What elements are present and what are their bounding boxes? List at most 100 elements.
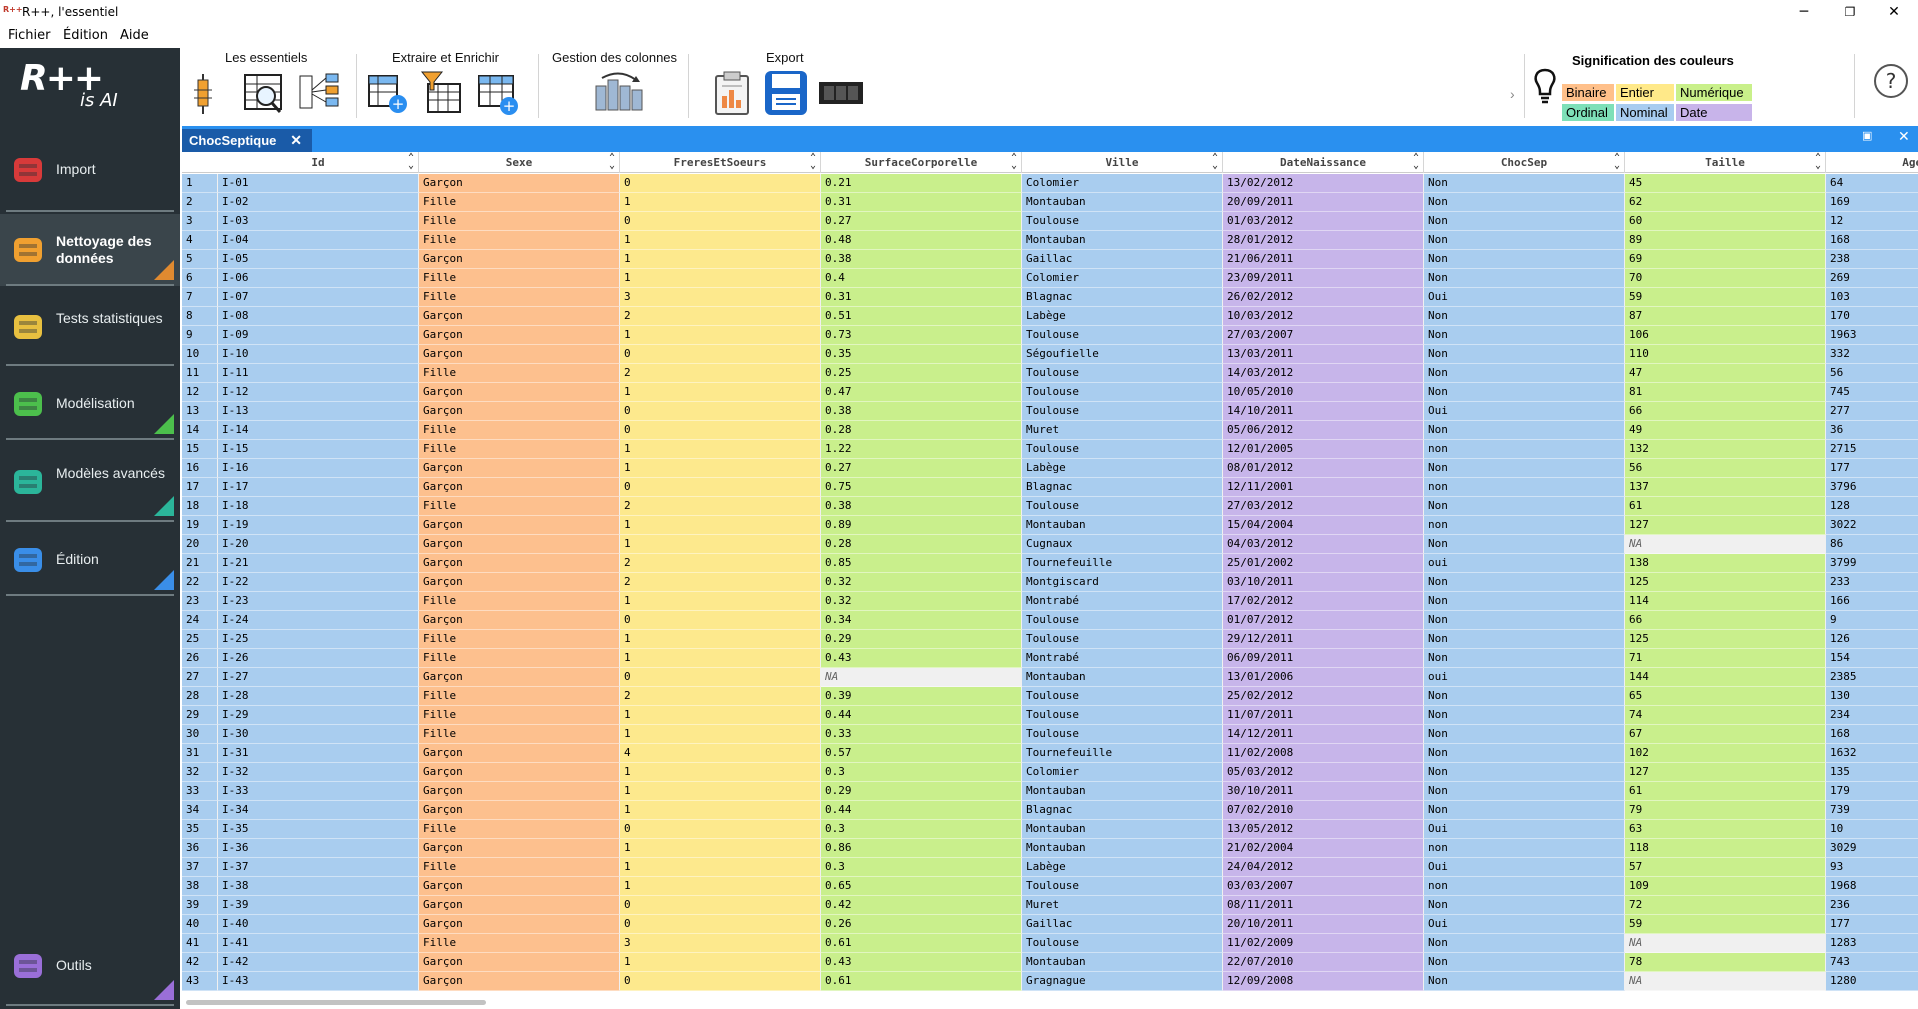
cell-agee[interactable]: 277 bbox=[1826, 402, 1918, 421]
cell-sexe[interactable]: Garçon bbox=[419, 459, 620, 478]
table-row[interactable]: 9 I-09 Garçon 1 0.73 Toulouse 27/03/2007 Non 106… bbox=[182, 326, 1918, 345]
cell-ville[interactable]: Toulouse bbox=[1022, 364, 1223, 383]
cell-ville[interactable]: Labège bbox=[1022, 307, 1223, 326]
cell-datenaissance[interactable]: 08/01/2012 bbox=[1223, 459, 1424, 478]
table-row[interactable]: 30 I-30 Fille 1 0.33 Toulouse 14/12/2011 Non 67 1… bbox=[182, 725, 1918, 744]
cell-surfacecorporelle[interactable]: 0.29 bbox=[821, 630, 1022, 649]
cell-surfacecorporelle[interactable]: 0.3 bbox=[821, 858, 1022, 877]
cell-freresetsoeurs[interactable]: 0 bbox=[620, 896, 821, 915]
cell-sexe[interactable]: Garçon bbox=[419, 763, 620, 782]
cell-freresetsoeurs[interactable]: 1 bbox=[620, 630, 821, 649]
cell-ville[interactable]: Colomier bbox=[1022, 763, 1223, 782]
cell-id[interactable]: I-06 bbox=[218, 269, 419, 288]
cell-surfacecorporelle[interactable]: 0.73 bbox=[821, 326, 1022, 345]
cell-taille[interactable]: 69 bbox=[1625, 250, 1826, 269]
cell-agee[interactable]: 1283 bbox=[1826, 934, 1918, 953]
cell-taille[interactable]: 47 bbox=[1625, 364, 1826, 383]
menu-fichier[interactable]: Fichier bbox=[8, 28, 51, 43]
cell-id[interactable]: I-12 bbox=[218, 383, 419, 402]
cell-chocsep[interactable]: Non bbox=[1424, 250, 1625, 269]
cell-taille[interactable]: 59 bbox=[1625, 915, 1826, 934]
cell-sexe[interactable]: Garçon bbox=[419, 383, 620, 402]
cell-surfacecorporelle[interactable]: 0.47 bbox=[821, 383, 1022, 402]
cell-datenaissance[interactable]: 20/09/2011 bbox=[1223, 193, 1424, 212]
cell-agee[interactable]: 10 bbox=[1826, 820, 1918, 839]
report-export-button[interactable] bbox=[710, 70, 754, 116]
cell-surfacecorporelle[interactable]: 0.29 bbox=[821, 782, 1022, 801]
cell-id[interactable]: I-36 bbox=[218, 839, 419, 858]
cell-id[interactable]: I-07 bbox=[218, 288, 419, 307]
sort-arrows-icon[interactable]: ⌃ ⌄ bbox=[810, 153, 816, 171]
cell-chocsep[interactable]: Non bbox=[1424, 535, 1625, 554]
cell-agee[interactable]: 332 bbox=[1826, 345, 1918, 364]
cell-chocsep[interactable]: Non bbox=[1424, 763, 1625, 782]
table-row[interactable]: 36 I-36 Garçon 1 0.86 Montauban 21/02/2004 non 1… bbox=[182, 839, 1918, 858]
cell-chocsep[interactable]: Non bbox=[1424, 421, 1625, 440]
cell-chocsep[interactable]: Non bbox=[1424, 383, 1625, 402]
cell-datenaissance[interactable]: 03/10/2011 bbox=[1223, 573, 1424, 592]
cell-taille[interactable]: 63 bbox=[1625, 820, 1826, 839]
cell-sexe[interactable]: Garçon bbox=[419, 972, 620, 991]
cell-datenaissance[interactable]: 10/05/2010 bbox=[1223, 383, 1424, 402]
table-row[interactable]: 8 I-08 Garçon 2 0.51 Labège 10/03/2012 Non 87 170 bbox=[182, 307, 1918, 326]
cell-sexe[interactable]: Fille bbox=[419, 421, 620, 440]
cell-ville[interactable]: Montrabé bbox=[1022, 592, 1223, 611]
cell-freresetsoeurs[interactable]: 0 bbox=[620, 421, 821, 440]
table-row[interactable]: 6 I-06 Fille 1 0.4 Colomier 23/09/2011 Non 70 269 bbox=[182, 269, 1918, 288]
scroll-thumb[interactable] bbox=[186, 1000, 486, 1005]
cell-id[interactable]: I-41 bbox=[218, 934, 419, 953]
collapse-arrow-icon[interactable]: › bbox=[1510, 86, 1524, 108]
cell-taille[interactable]: 61 bbox=[1625, 497, 1826, 516]
table-row[interactable]: 29 I-29 Fille 1 0.44 Toulouse 11/07/2011 Non 74 2… bbox=[182, 706, 1918, 725]
cell-surfacecorporelle[interactable]: 0.28 bbox=[821, 535, 1022, 554]
cell-surfacecorporelle[interactable]: 0.26 bbox=[821, 915, 1022, 934]
cell-freresetsoeurs[interactable]: 2 bbox=[620, 364, 821, 383]
cell-id[interactable]: I-20 bbox=[218, 535, 419, 554]
cell-surfacecorporelle[interactable]: 0.4 bbox=[821, 269, 1022, 288]
cell-taille[interactable]: 132 bbox=[1625, 440, 1826, 459]
cell-chocsep[interactable]: Non bbox=[1424, 649, 1625, 668]
cell-agee[interactable]: 1280 bbox=[1826, 972, 1918, 991]
cell-ville[interactable]: Montauban bbox=[1022, 953, 1223, 972]
cell-agee[interactable]: 12 bbox=[1826, 212, 1918, 231]
column-header-taille[interactable]: Taille ⌃ ⌄ bbox=[1625, 152, 1826, 173]
table-row[interactable]: 25 I-25 Fille 1 0.29 Toulouse 29/12/2011 Non 125… bbox=[182, 630, 1918, 649]
data-viewer-button[interactable] bbox=[242, 70, 286, 116]
cell-id[interactable]: I-21 bbox=[218, 554, 419, 573]
cell-id[interactable]: I-30 bbox=[218, 725, 419, 744]
cell-id[interactable]: I-01 bbox=[218, 174, 419, 193]
cell-chocsep[interactable]: Oui bbox=[1424, 288, 1625, 307]
cell-surfacecorporelle[interactable]: 0.38 bbox=[821, 497, 1022, 516]
cell-id[interactable]: I-19 bbox=[218, 516, 419, 535]
cell-chocsep[interactable]: Non bbox=[1424, 744, 1625, 763]
cell-taille[interactable]: NA bbox=[1625, 972, 1826, 991]
cell-id[interactable]: I-22 bbox=[218, 573, 419, 592]
cell-surfacecorporelle[interactable]: 0.34 bbox=[821, 611, 1022, 630]
cell-freresetsoeurs[interactable]: 1 bbox=[620, 839, 821, 858]
cell-surfacecorporelle[interactable]: 0.44 bbox=[821, 801, 1022, 820]
cell-sexe[interactable]: Garçon bbox=[419, 307, 620, 326]
cell-sexe[interactable]: Garçon bbox=[419, 782, 620, 801]
cell-surfacecorporelle[interactable]: 0.61 bbox=[821, 972, 1022, 991]
cell-sexe[interactable]: Fille bbox=[419, 440, 620, 459]
cell-taille[interactable]: 62 bbox=[1625, 193, 1826, 212]
cell-freresetsoeurs[interactable]: 1 bbox=[620, 801, 821, 820]
cell-surfacecorporelle[interactable]: 0.3 bbox=[821, 820, 1022, 839]
cell-agee[interactable]: 3029 bbox=[1826, 839, 1918, 858]
cell-ville[interactable]: Toulouse bbox=[1022, 383, 1223, 402]
cell-id[interactable]: I-09 bbox=[218, 326, 419, 345]
cell-datenaissance[interactable]: 14/10/2011 bbox=[1223, 402, 1424, 421]
cell-chocsep[interactable]: Non bbox=[1424, 231, 1625, 250]
cell-taille[interactable]: 125 bbox=[1625, 630, 1826, 649]
minimize-icon[interactable]: ─ bbox=[1784, 1, 1824, 23]
sort-arrows-icon[interactable]: ⌃ ⌄ bbox=[1815, 153, 1821, 171]
cell-taille[interactable]: 71 bbox=[1625, 649, 1826, 668]
cell-freresetsoeurs[interactable]: 4 bbox=[620, 744, 821, 763]
cell-ville[interactable]: Blagnac bbox=[1022, 288, 1223, 307]
cell-ville[interactable]: Tournefeuille bbox=[1022, 744, 1223, 763]
cell-id[interactable]: I-38 bbox=[218, 877, 419, 896]
cell-surfacecorporelle[interactable]: 0.35 bbox=[821, 345, 1022, 364]
cell-surfacecorporelle[interactable]: 0.48 bbox=[821, 231, 1022, 250]
cell-taille[interactable]: 127 bbox=[1625, 516, 1826, 535]
cell-surfacecorporelle[interactable]: 0.61 bbox=[821, 934, 1022, 953]
